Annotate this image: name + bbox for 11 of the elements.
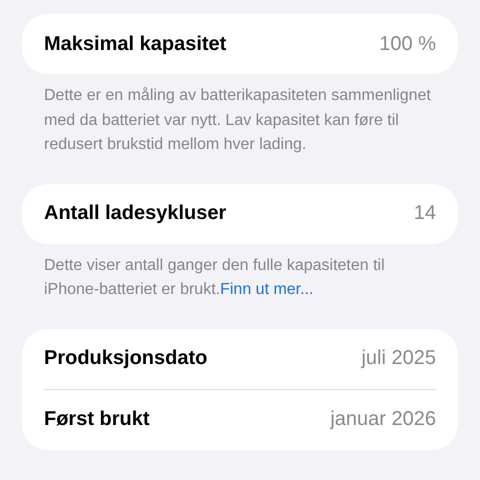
row-label: Maksimal kapasitet [44, 32, 226, 56]
row-value: januar 2026 [330, 408, 436, 431]
row-value: 100 % [379, 32, 436, 56]
learn-more-link[interactable]: Finn ut mer... [220, 281, 314, 298]
footer-note: Dette viser antall ganger den fulle kapasiteten til iPhone-batteriet er brukt.Finn ut mer... [43, 256, 386, 300]
row-label: Først brukt [44, 408, 150, 431]
row-value: 14 [414, 202, 436, 225]
row-label: Antall ladesykluser [44, 202, 226, 225]
footer-note: Dette er en måling av batterikapasiteten sammenlignet med da batteriet var nytt. Lav kapasitet kan føre til redusert brukstid mellom hver lading. [43, 86, 432, 155]
row-value: juli 2025 [361, 347, 436, 370]
row-label: Produksjonsdato [44, 347, 208, 370]
